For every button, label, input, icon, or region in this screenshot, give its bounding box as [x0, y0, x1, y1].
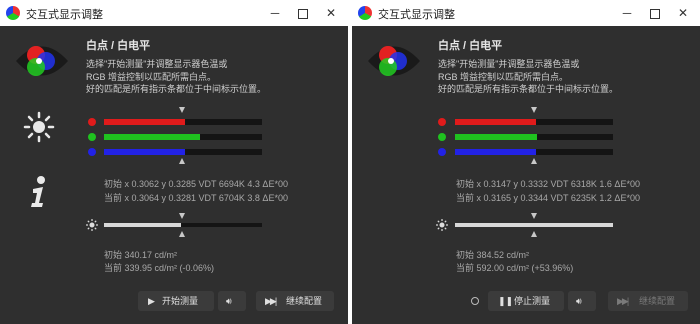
- luminance-icon: [86, 219, 98, 231]
- rgb-whitepoint-icon: [368, 46, 420, 76]
- window-title: 交互式显示调整: [378, 9, 455, 21]
- lum-initial: 初始 340.17 cd/m²: [104, 250, 178, 260]
- green-dot: [88, 133, 96, 141]
- minimize-button[interactable]: ─: [266, 4, 284, 22]
- luminance-bar: [104, 223, 262, 227]
- initial-reading: 初始 x 0.3147 y 0.3332 VDT 6318K 1.6 ΔE*00: [456, 179, 640, 189]
- speaker-icon: 🔊︎: [576, 296, 582, 306]
- maximize-button[interactable]: [294, 4, 312, 22]
- skip-forward-icon: ▶▶|: [265, 296, 277, 306]
- app-icon: [358, 6, 372, 20]
- close-button[interactable]: ✕: [674, 4, 692, 22]
- blue-bar-fill: [104, 149, 185, 155]
- luminance-icon: [436, 219, 448, 231]
- lum-target-marker-top: [531, 213, 537, 219]
- lum-current: 当前 339.95 cd/m² (-0.06%): [104, 263, 215, 273]
- window-title: 交互式显示调整: [26, 9, 103, 21]
- section-heading: 白点 / 白电平: [438, 40, 503, 52]
- green-bar: [455, 134, 613, 140]
- red-bar: [455, 119, 613, 125]
- pause-icon: ❚❚: [498, 296, 514, 306]
- play-icon: ▶: [148, 296, 155, 306]
- start-measurement-button[interactable]: ▶ 开始测量: [138, 291, 214, 311]
- red-bar-fill: [104, 119, 185, 125]
- target-marker-top: [179, 107, 185, 113]
- speaker-icon: 🔊︎: [226, 296, 232, 306]
- target-marker-top: [531, 107, 537, 113]
- continue-button[interactable]: ▶▶| 继续配置: [608, 291, 688, 311]
- title-bar[interactable]: 交互式显示调整 ─ ✕: [0, 0, 348, 26]
- lum-current: 当前 592.00 cd/m² (+53.96%): [456, 263, 574, 273]
- green-dot: [438, 133, 446, 141]
- minimize-button[interactable]: ─: [618, 4, 636, 22]
- green-bar: [104, 134, 262, 140]
- red-dot: [88, 118, 96, 126]
- maximize-icon: [298, 8, 308, 19]
- lum-target-marker-bottom: [179, 231, 185, 237]
- stop-measurement-button[interactable]: ❚❚ 停止测量: [488, 291, 564, 311]
- lum-target-marker-bottom: [531, 231, 537, 237]
- luminance-bar-fill: [455, 223, 613, 227]
- blue-dot: [438, 148, 446, 156]
- busy-indicator-icon: [471, 297, 479, 305]
- maximize-icon: [650, 8, 660, 19]
- blue-dot: [88, 148, 96, 156]
- current-reading: 当前 x 0.3165 y 0.3344 VDT 6235K 1.2 ΔE*00: [456, 193, 640, 203]
- initial-reading: 初始 x 0.3062 y 0.3285 VDT 6694K 4.3 ΔE*00: [104, 179, 288, 189]
- lum-target-marker-top: [179, 213, 185, 219]
- sound-toggle-button[interactable]: 🔊︎: [568, 291, 596, 311]
- info-icon: [31, 176, 45, 207]
- target-marker-bottom: [531, 158, 537, 164]
- luminance-bar: [455, 223, 613, 227]
- blue-bar: [455, 149, 613, 155]
- red-dot: [438, 118, 446, 126]
- target-marker-bottom: [179, 158, 185, 164]
- brightness-icon: [23, 111, 55, 143]
- luminance-bar-fill: [104, 223, 182, 227]
- blue-bar: [104, 149, 262, 155]
- green-bar-fill: [104, 134, 201, 140]
- app-icon: [6, 6, 20, 20]
- skip-forward-icon: ▶▶|: [617, 296, 629, 306]
- red-bar-fill: [455, 119, 536, 125]
- maximize-button[interactable]: [646, 4, 664, 22]
- section-heading: 白点 / 白电平: [86, 40, 151, 52]
- green-bar-fill: [455, 134, 538, 140]
- continue-button[interactable]: ▶▶| 继续配置: [256, 291, 334, 311]
- rgb-whitepoint-icon: [16, 46, 68, 76]
- instructions: 选择"开始测量"并调整显示器色温或 RGB 增益控制以匹配所需白点。 好的匹配是…: [438, 59, 619, 94]
- red-bar: [104, 119, 262, 125]
- blue-bar-fill: [455, 149, 536, 155]
- current-reading: 当前 x 0.3064 y 0.3281 VDT 6704K 3.8 ΔE*00: [104, 193, 288, 203]
- sound-toggle-button[interactable]: 🔊︎: [218, 291, 246, 311]
- adjust-window-left: 交互式显示调整 ─ ✕ 白点 / 白电平 选择"开始测量"并调整显示器色温或 R…: [0, 0, 348, 324]
- instructions: 选择"开始测量"并调整显示器色温或 RGB 增益控制以匹配所需白点。 好的匹配是…: [86, 59, 267, 94]
- adjust-window-right: 交互式显示调整 ─ ✕ 白点 / 白电平 选择"开始测量"并调整显示器色温或 R…: [352, 0, 700, 324]
- lum-initial: 初始 384.52 cd/m²: [456, 250, 530, 260]
- title-bar[interactable]: 交互式显示调整 ─ ✕: [352, 0, 700, 26]
- close-button[interactable]: ✕: [322, 4, 340, 22]
